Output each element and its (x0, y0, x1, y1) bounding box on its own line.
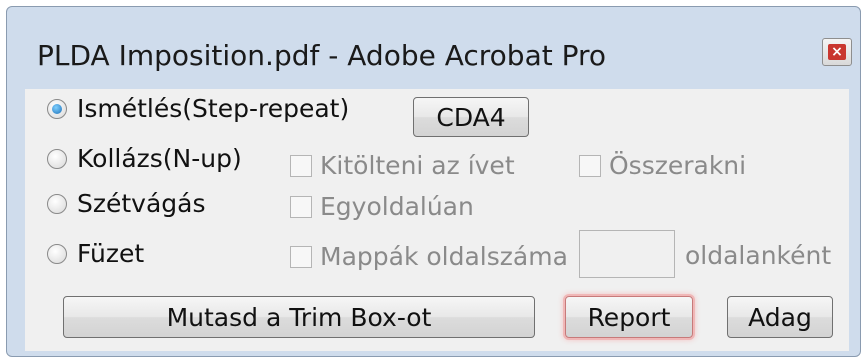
checkbox-label: Összerakni (609, 151, 747, 180)
checkbox-icon (579, 154, 601, 177)
dialog-window: PLDA Imposition.pdf - Adobe Acrobat Pro … (6, 6, 861, 357)
close-button[interactable]: × (822, 38, 852, 66)
per-page-suffix: oldalanként (685, 241, 832, 270)
checkbox-label: Egyoldalúan (320, 192, 474, 221)
checkbox-folder-pages[interactable]: Mappák oldalszáma (290, 242, 568, 271)
radio-unchecked-icon (47, 148, 67, 169)
pages-per-folder-input[interactable] (579, 230, 675, 278)
radio-step-repeat[interactable]: Ismétlés(Step-repeat) (47, 94, 349, 123)
show-trim-box-button[interactable]: Mutasd a Trim Box-ot (63, 296, 535, 338)
checkbox-icon (290, 195, 312, 218)
checkbox-combine[interactable]: Összerakni (579, 151, 746, 180)
dialog-body: Ismétlés(Step-repeat) Kollázs(N-up) Szét… (25, 89, 849, 351)
checkbox-one-sided[interactable]: Egyoldalúan (290, 192, 474, 221)
report-button[interactable]: Report (565, 296, 693, 338)
radio-booklet[interactable]: Füzet (47, 239, 144, 268)
radio-label: Kollázs(N-up) (77, 144, 242, 173)
checkbox-fill-sheet[interactable]: Kitölteni az ívet (290, 151, 515, 180)
window-title: PLDA Imposition.pdf - Adobe Acrobat Pro (37, 39, 607, 72)
close-icon: × (828, 44, 846, 60)
radio-cut-apart[interactable]: Szétvágás (47, 189, 206, 218)
cda4-button[interactable]: CDA4 (413, 97, 529, 137)
checkbox-icon (290, 245, 312, 268)
adag-button[interactable]: Adag (727, 296, 833, 338)
checkbox-icon (290, 154, 312, 177)
radio-label: Ismétlés(Step-repeat) (77, 94, 350, 123)
checkbox-label: Mappák oldalszáma (320, 242, 568, 271)
radio-unchecked-icon (47, 193, 67, 214)
checkbox-label: Kitölteni az ívet (320, 151, 515, 180)
radio-checked-icon (47, 98, 67, 119)
title-bar[interactable]: PLDA Imposition.pdf - Adobe Acrobat Pro … (7, 7, 860, 95)
radio-label: Füzet (77, 239, 145, 268)
radio-unchecked-icon (47, 243, 67, 264)
radio-n-up[interactable]: Kollázs(N-up) (47, 144, 242, 173)
radio-label: Szétvágás (77, 189, 206, 218)
